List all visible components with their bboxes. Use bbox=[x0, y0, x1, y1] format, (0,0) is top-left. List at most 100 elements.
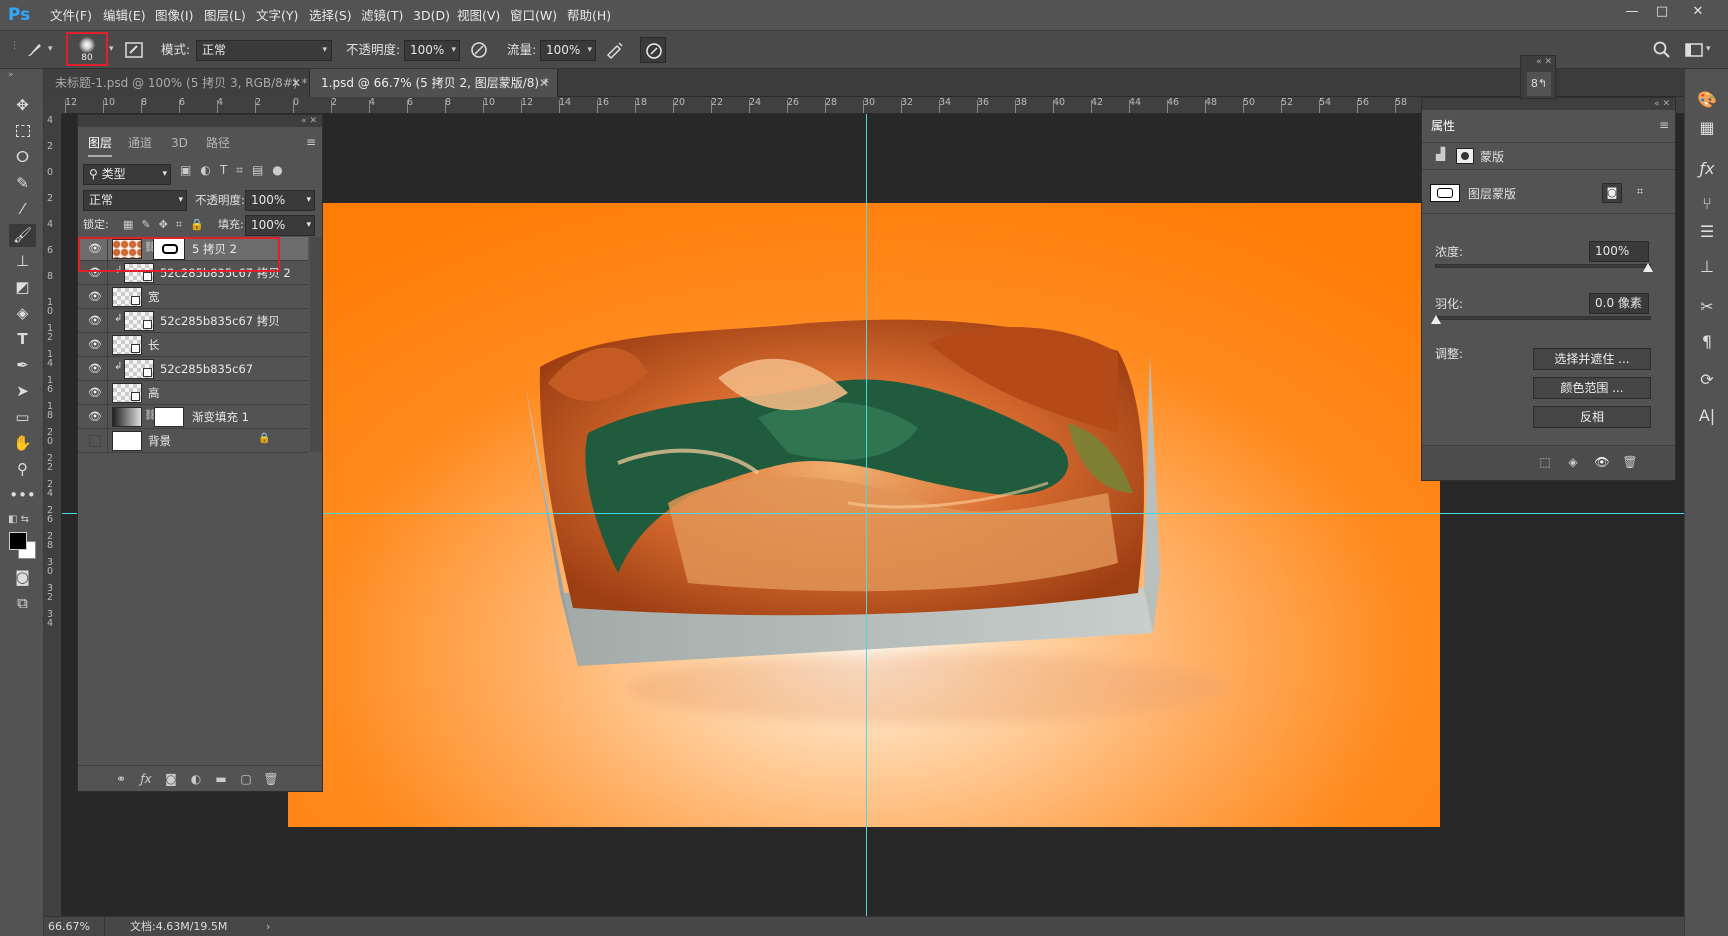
more-tools-icon[interactable]: ••• bbox=[9, 484, 36, 507]
menu-window[interactable]: 窗口(W) bbox=[510, 0, 557, 31]
lock-position-icon[interactable]: ✥ bbox=[159, 218, 176, 231]
pixel-mask-icon[interactable]: ▟ bbox=[1436, 147, 1445, 161]
lock-all-icon[interactable]: 🔒 bbox=[190, 218, 212, 231]
image-filter-icon[interactable]: ▣ bbox=[180, 163, 200, 177]
delete-layer-icon[interactable]: 🗑 bbox=[260, 769, 282, 789]
fill-input[interactable]: 100% ▾ bbox=[245, 215, 315, 236]
workspace-chevron-icon[interactable]: ▾ bbox=[1706, 44, 1711, 54]
document-canvas[interactable] bbox=[288, 203, 1440, 827]
adjustment-layer-icon[interactable]: ◐ bbox=[185, 769, 207, 789]
menu-view[interactable]: 视图(V) bbox=[457, 0, 500, 31]
feather-slider-track[interactable] bbox=[1435, 316, 1651, 320]
layer-row[interactable]: 👁 ⛓ 5 拷贝 2 bbox=[78, 237, 308, 261]
menu-layer[interactable]: 图层(L) bbox=[204, 0, 246, 31]
zoom-tool-icon[interactable]: ⚲ bbox=[9, 458, 36, 481]
layer-mask-thumbnail[interactable] bbox=[153, 238, 185, 260]
blend-mode-select[interactable]: 正常 ▾ bbox=[196, 40, 332, 61]
zoom-level[interactable]: 66.67% bbox=[48, 917, 104, 936]
layer-style-fx-icon[interactable]: ƒx bbox=[135, 769, 157, 789]
pen-tool-icon[interactable]: ✒ bbox=[9, 354, 36, 377]
clone-source-icon[interactable]: ⊥ bbox=[1693, 254, 1721, 280]
layer-row[interactable]: 背景 🔒 bbox=[78, 429, 308, 453]
eye-visibility-icon[interactable]: 👁 bbox=[87, 313, 103, 329]
tools-icon[interactable]: ✂ bbox=[1693, 294, 1721, 320]
minimize-button[interactable]: — bbox=[1619, 2, 1645, 22]
eye-visibility-icon[interactable]: 👁 bbox=[87, 241, 103, 257]
styles-fx-icon[interactable]: ƒx bbox=[1693, 156, 1721, 182]
pressure-opacity-icon[interactable] bbox=[469, 40, 489, 60]
feather-input[interactable]: 0.0 像素 bbox=[1589, 293, 1649, 314]
load-selection-icon[interactable]: ⬚ bbox=[1534, 452, 1556, 472]
swatches-grid-icon[interactable]: ▦ bbox=[1693, 115, 1721, 141]
screen-mode-icon[interactable]: ⧉ bbox=[9, 592, 36, 615]
quick-mask-icon[interactable]: ◙ bbox=[9, 566, 36, 589]
airbrush-icon[interactable] bbox=[605, 40, 625, 60]
lock-pixels-icon[interactable]: ✎ bbox=[141, 218, 158, 231]
new-group-icon[interactable]: ▬ bbox=[210, 769, 232, 789]
menu-help[interactable]: 帮助(H) bbox=[567, 0, 611, 31]
smart-object-filter-icon[interactable]: ▤ bbox=[252, 163, 272, 177]
layer-row[interactable]: 👁 ↲ 52c285b835c67 bbox=[78, 357, 308, 381]
menu-type[interactable]: 文字(Y) bbox=[256, 0, 298, 31]
quick-select-tool-icon[interactable]: ✎ bbox=[9, 172, 36, 195]
history-icon[interactable]: ⟳ bbox=[1693, 367, 1721, 393]
layer-row[interactable]: 👁 宽 bbox=[78, 285, 308, 309]
hand-tool-icon[interactable]: ✋ bbox=[9, 432, 36, 455]
brush-picker-chevron-icon[interactable]: ▾ bbox=[109, 44, 114, 54]
panel-menu-icon[interactable]: ≡ bbox=[306, 135, 316, 149]
tab-channels[interactable]: 通道 bbox=[128, 127, 152, 157]
delete-mask-icon[interactable]: 🗑 bbox=[1619, 452, 1641, 472]
stamp-tool-icon[interactable]: ⊥ bbox=[9, 250, 36, 273]
select-and-mask-button[interactable]: 选择并遮住 ... bbox=[1533, 348, 1651, 370]
collapse-icon[interactable]: » bbox=[8, 70, 14, 80]
eraser-tool-icon[interactable]: ◩ bbox=[9, 276, 36, 299]
menu-select[interactable]: 选择(S) bbox=[309, 0, 352, 31]
tab-paths[interactable]: 路径 bbox=[206, 127, 230, 157]
move-tool-icon[interactable]: ✥ bbox=[9, 94, 36, 117]
paint-bucket-tool-icon[interactable]: ◈ bbox=[9, 302, 36, 325]
color-palette-icon[interactable]: 🎨 bbox=[1693, 87, 1721, 113]
layer-row[interactable]: 👁 长 bbox=[78, 333, 308, 357]
foreground-color[interactable] bbox=[9, 532, 27, 550]
layer-row[interactable]: 👁 ↲ 52c285b835c67 拷贝 2 bbox=[78, 261, 308, 285]
layer-blend-mode-select[interactable]: 正常 ▾ bbox=[83, 190, 187, 211]
restore-button[interactable]: □ bbox=[1649, 2, 1675, 22]
flow-input[interactable]: 100% ▾ bbox=[540, 40, 596, 61]
layer-filter-select[interactable]: ⚲ 类型 ▾ bbox=[83, 164, 171, 185]
layer-mask-thumbnail[interactable] bbox=[154, 407, 184, 427]
brushes-icon[interactable]: ⑂ bbox=[1693, 191, 1721, 217]
info-panel-icon[interactable]: 8↰ bbox=[1527, 72, 1551, 96]
density-input[interactable]: 100% bbox=[1589, 241, 1649, 262]
brush-panel-toggle-icon[interactable] bbox=[124, 40, 144, 60]
layer-row[interactable]: 👁 ⛓ 渐变填充 1 bbox=[78, 405, 308, 429]
menu-file[interactable]: 文件(F) bbox=[50, 0, 92, 31]
close-icon[interactable]: ✕ bbox=[291, 69, 301, 97]
shape-filter-icon[interactable]: ⌗ bbox=[236, 163, 252, 177]
lock-artboard-icon[interactable]: ⌗ bbox=[176, 218, 190, 231]
menu-3d[interactable]: 3D(D) bbox=[413, 0, 450, 31]
path-select-tool-icon[interactable]: ➤ bbox=[9, 380, 36, 403]
search-icon[interactable] bbox=[1652, 40, 1672, 60]
eye-visibility-icon[interactable]: 👁 bbox=[87, 385, 103, 401]
brush-tool-icon[interactable]: 🖌 bbox=[9, 224, 36, 247]
invert-button[interactable]: 反相 bbox=[1533, 406, 1651, 428]
tab-layers[interactable]: 图层 bbox=[88, 127, 113, 157]
close-button[interactable]: ✕ bbox=[1685, 2, 1711, 22]
character-icon[interactable]: A| bbox=[1693, 403, 1721, 429]
new-layer-icon[interactable]: ▢ bbox=[235, 769, 257, 789]
layer-opacity-input[interactable]: 100% ▾ bbox=[245, 190, 315, 211]
tab-1-psd[interactable]: 1.psd @ 66.7% (5 拷贝 2, 图层蒙版/8) * ✕ bbox=[310, 69, 558, 97]
filter-toggle-icon[interactable]: ● bbox=[272, 163, 291, 177]
panel-menu-icon[interactable]: ≡ bbox=[1659, 118, 1669, 132]
layer-list-scrollbar[interactable] bbox=[310, 237, 322, 452]
brush-size-picker[interactable]: 80 bbox=[66, 32, 108, 66]
marquee-tool-icon[interactable] bbox=[9, 120, 36, 143]
tab-untitled[interactable]: 未标题-1.psd @ 100% (5 拷贝 3, RGB/8#) * ✕ bbox=[44, 69, 310, 97]
menu-edit[interactable]: 编辑(E) bbox=[103, 0, 146, 31]
opacity-input[interactable]: 100% ▾ bbox=[404, 40, 460, 61]
layer-row[interactable]: 👁 ↲ 52c285b835c67 拷贝 bbox=[78, 309, 308, 333]
eye-visibility-icon[interactable]: 👁 bbox=[87, 289, 103, 305]
add-mask-icon[interactable]: ◙ bbox=[160, 769, 182, 789]
pressure-size-toggle[interactable] bbox=[640, 37, 666, 63]
link-layers-icon[interactable]: ⚭ bbox=[110, 769, 132, 789]
